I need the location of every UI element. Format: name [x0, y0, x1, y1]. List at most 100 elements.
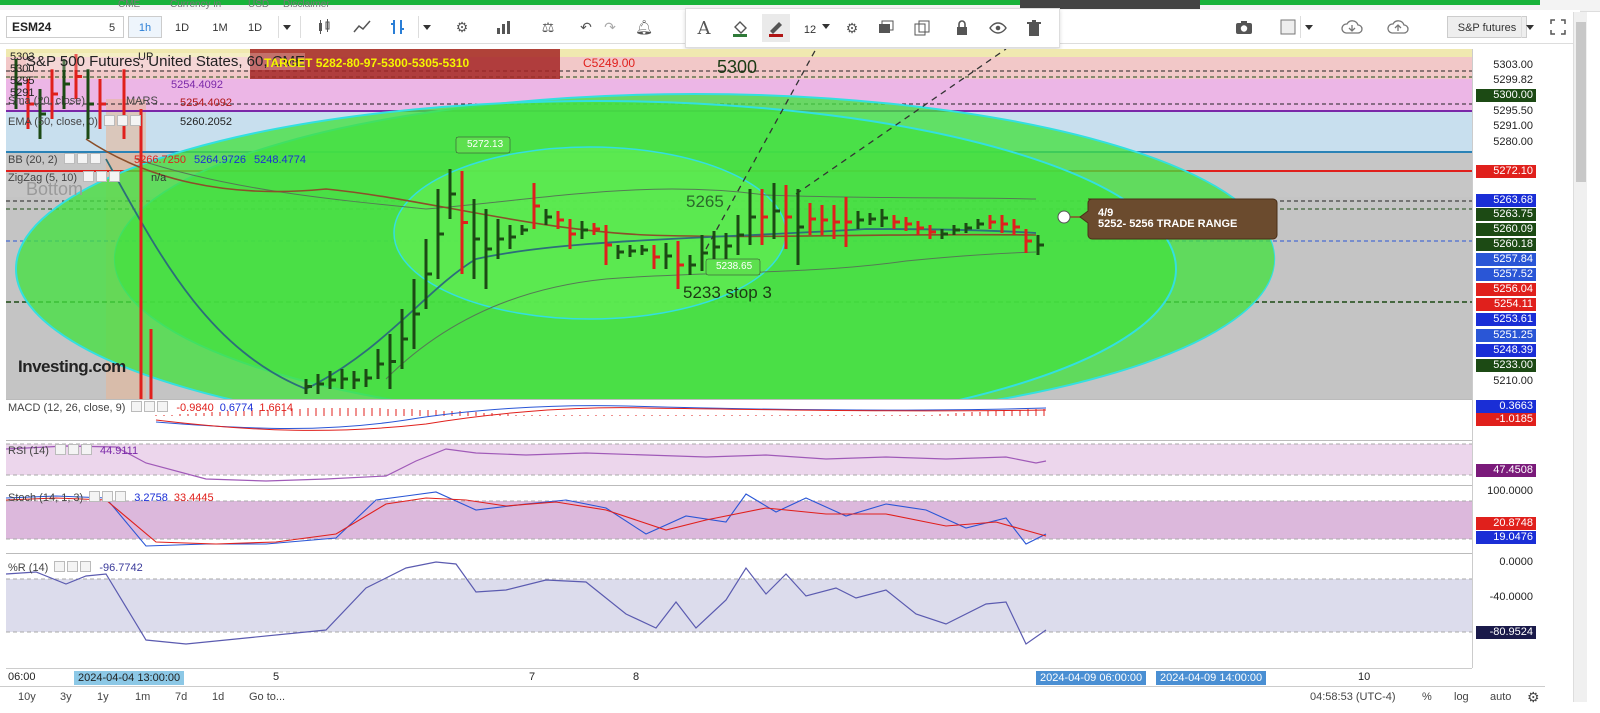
alert-bell-icon[interactable]: 🔔︎: [630, 13, 658, 41]
willr-controls[interactable]: [54, 561, 93, 575]
stoch-axis-label-2: 20.8748: [1476, 517, 1536, 530]
line-color-icon[interactable]: [762, 14, 790, 42]
cloud-upload-icon[interactable]: [1376, 13, 1420, 41]
time-label-10: 10: [1358, 671, 1371, 683]
willr-axis-label-3: -80.9524: [1476, 626, 1536, 639]
macd-value-3: 1.6614: [259, 401, 293, 414]
log-toggle[interactable]: log: [1454, 691, 1469, 703]
price-axis-label: 5257.52: [1476, 268, 1536, 281]
trash-icon[interactable]: [1020, 14, 1048, 42]
macd-value-1: -0.9840: [176, 401, 214, 414]
percent-toggle[interactable]: %: [1422, 691, 1432, 703]
time-label-0600: 06:00: [8, 671, 36, 683]
macd-label: MACD (12, 26, close, 9): [8, 401, 126, 414]
compare-scale-icon[interactable]: ⚖: [534, 13, 562, 41]
willr-axis: 0.0000 -40.0000 -80.9524: [1472, 553, 1542, 668]
fill-color-icon[interactable]: [726, 14, 754, 42]
stoch-label: Stoch (14, 1, 3): [8, 491, 84, 504]
top-strip-disclaimer[interactable]: Disclaimer: [283, 0, 330, 10]
price-chart[interactable]: S&P 500 Futures, United States, 60, CME …: [6, 49, 1472, 399]
auto-toggle[interactable]: auto: [1490, 691, 1511, 703]
small-label-5303: 5303: [10, 51, 35, 63]
willr-legend: %R (14) -96.7742: [8, 561, 143, 575]
camera-icon[interactable]: [1230, 13, 1258, 41]
clock: 04:58:53 (UTC-4): [1310, 691, 1396, 703]
price-axis-label: 5303.00: [1476, 59, 1536, 72]
zigzag-controls[interactable]: [83, 171, 122, 185]
goto-button[interactable]: Go to...: [249, 691, 285, 703]
scrollbar-thumb[interactable]: [1576, 22, 1586, 182]
bar-chart-type-icon[interactable]: [384, 13, 412, 41]
lock-icon[interactable]: [948, 14, 976, 42]
range-7d[interactable]: 7d: [175, 691, 187, 703]
bb-controls[interactable]: [63, 153, 103, 167]
time-label-5: 5: [273, 671, 280, 683]
macd-legend: MACD (12, 26, close, 9) -0.9840 0.6774 1.66…: [8, 401, 293, 415]
target-text: TARGET 5282-80-97-5300-5305-5310: [264, 56, 470, 70]
price-axis-label: 5295.50: [1476, 105, 1536, 118]
willr-pane[interactable]: %R (14) -96.7742: [6, 553, 1472, 668]
line-chart-icon[interactable]: [348, 13, 376, 41]
vertical-scrollbar[interactable]: [1573, 12, 1587, 702]
annotation-5265: 5265: [686, 192, 724, 211]
chart-settings-gear-icon[interactable]: ⚙: [1527, 689, 1540, 706]
bb-label: BB (20, 2): [8, 153, 58, 166]
time-axis[interactable]: 06:00 2024-04-04 13:00:00 5 7 8 2024-04-…: [6, 668, 1472, 686]
bb-legend: BB (20, 2): [8, 153, 103, 167]
range-1y[interactable]: 1y: [97, 691, 109, 703]
range-1m[interactable]: 1m: [135, 691, 150, 703]
macd-controls[interactable]: [131, 401, 170, 415]
interval-1m[interactable]: 1M: [204, 16, 236, 38]
mars-legend: MARS: [126, 95, 158, 107]
interval-1d-custom[interactable]: 1D: [240, 16, 270, 38]
ema-controls[interactable]: [103, 115, 143, 129]
font-size-chevron-icon[interactable]: [818, 15, 834, 37]
clone-icon[interactable]: [908, 14, 936, 42]
range-10y[interactable]: 10y: [18, 691, 36, 703]
layout-chevron-icon[interactable]: [1300, 16, 1316, 38]
price-axis[interactable]: 5303.00 5299.82 5300.00 5295.50 5291.00 5280.…: [1472, 49, 1542, 399]
ema-label: EMA (50, close, 0): [8, 115, 98, 128]
sma-legend: Sma (20, close): [8, 95, 85, 107]
price-axis-label: 5263.75: [1476, 208, 1536, 221]
visibility-eye-icon[interactable]: [984, 14, 1012, 42]
willr-value: -96.7742: [99, 561, 143, 574]
chart-type-chevron-icon[interactable]: [418, 16, 434, 38]
gear-icon[interactable]: ⚙: [448, 13, 476, 41]
interval-5[interactable]: 5: [100, 16, 124, 38]
price-axis-label: 5256.04: [1476, 283, 1536, 296]
bottom-bar: 10y 3y 1y 1m 7d 1d Go to... 04:58:53 (UT…: [0, 686, 1545, 708]
zigzag-value: n/a: [151, 172, 167, 184]
rsi-controls[interactable]: [54, 444, 94, 458]
bb-value-2: 5264.9726: [194, 154, 246, 166]
range-3y[interactable]: 3y: [60, 691, 72, 703]
bb-value-3: 5248.4774: [254, 154, 306, 166]
macd-pane[interactable]: MACD (12, 26, close, 9) -0.9840 0.6774 1.66…: [6, 399, 1472, 440]
drawing-settings-gear-icon[interactable]: ⚙: [838, 14, 866, 42]
fullscreen-icon[interactable]: [1544, 13, 1572, 41]
chart-app: { "top_strip": {"items": ["CME", "Curren…: [0, 0, 1600, 713]
small-label-5295: 5295: [10, 75, 35, 87]
range-1d[interactable]: 1d: [212, 691, 224, 703]
layers-icon[interactable]: [872, 14, 900, 42]
interval-1h[interactable]: 1h: [128, 16, 162, 38]
rsi-pane[interactable]: RSI (14) 44.9111: [6, 440, 1472, 485]
time-label-8: 8: [633, 671, 640, 683]
stoch-pane[interactable]: Stoch (14, 1, 3) 3.2758 33.4445: [6, 485, 1472, 553]
cloud-download-icon[interactable]: [1330, 13, 1374, 41]
layout-square-icon[interactable]: [1274, 13, 1302, 41]
interval-1d[interactable]: 1D: [166, 16, 198, 38]
willr-svg: [6, 561, 1472, 645]
ohlc-close: C5249.00: [583, 56, 636, 70]
interval-dropdown-chevron-icon[interactable]: [278, 16, 294, 38]
stoch-axis: 100.0000 20.8748 19.0476: [1472, 485, 1542, 553]
macd-axis-label-2: -1.0185: [1476, 413, 1536, 426]
stoch-axis-label-1: 100.0000: [1487, 485, 1533, 497]
candles-icon[interactable]: [310, 13, 338, 41]
instrument-select[interactable]: S&P futures: [1447, 16, 1527, 38]
redo-icon[interactable]: ↷: [596, 13, 624, 41]
stoch-controls[interactable]: [89, 491, 128, 505]
instrument-chevron-icon[interactable]: [1521, 16, 1537, 38]
text-tool-icon[interactable]: A: [690, 14, 718, 42]
indicators-icon[interactable]: [490, 13, 518, 41]
